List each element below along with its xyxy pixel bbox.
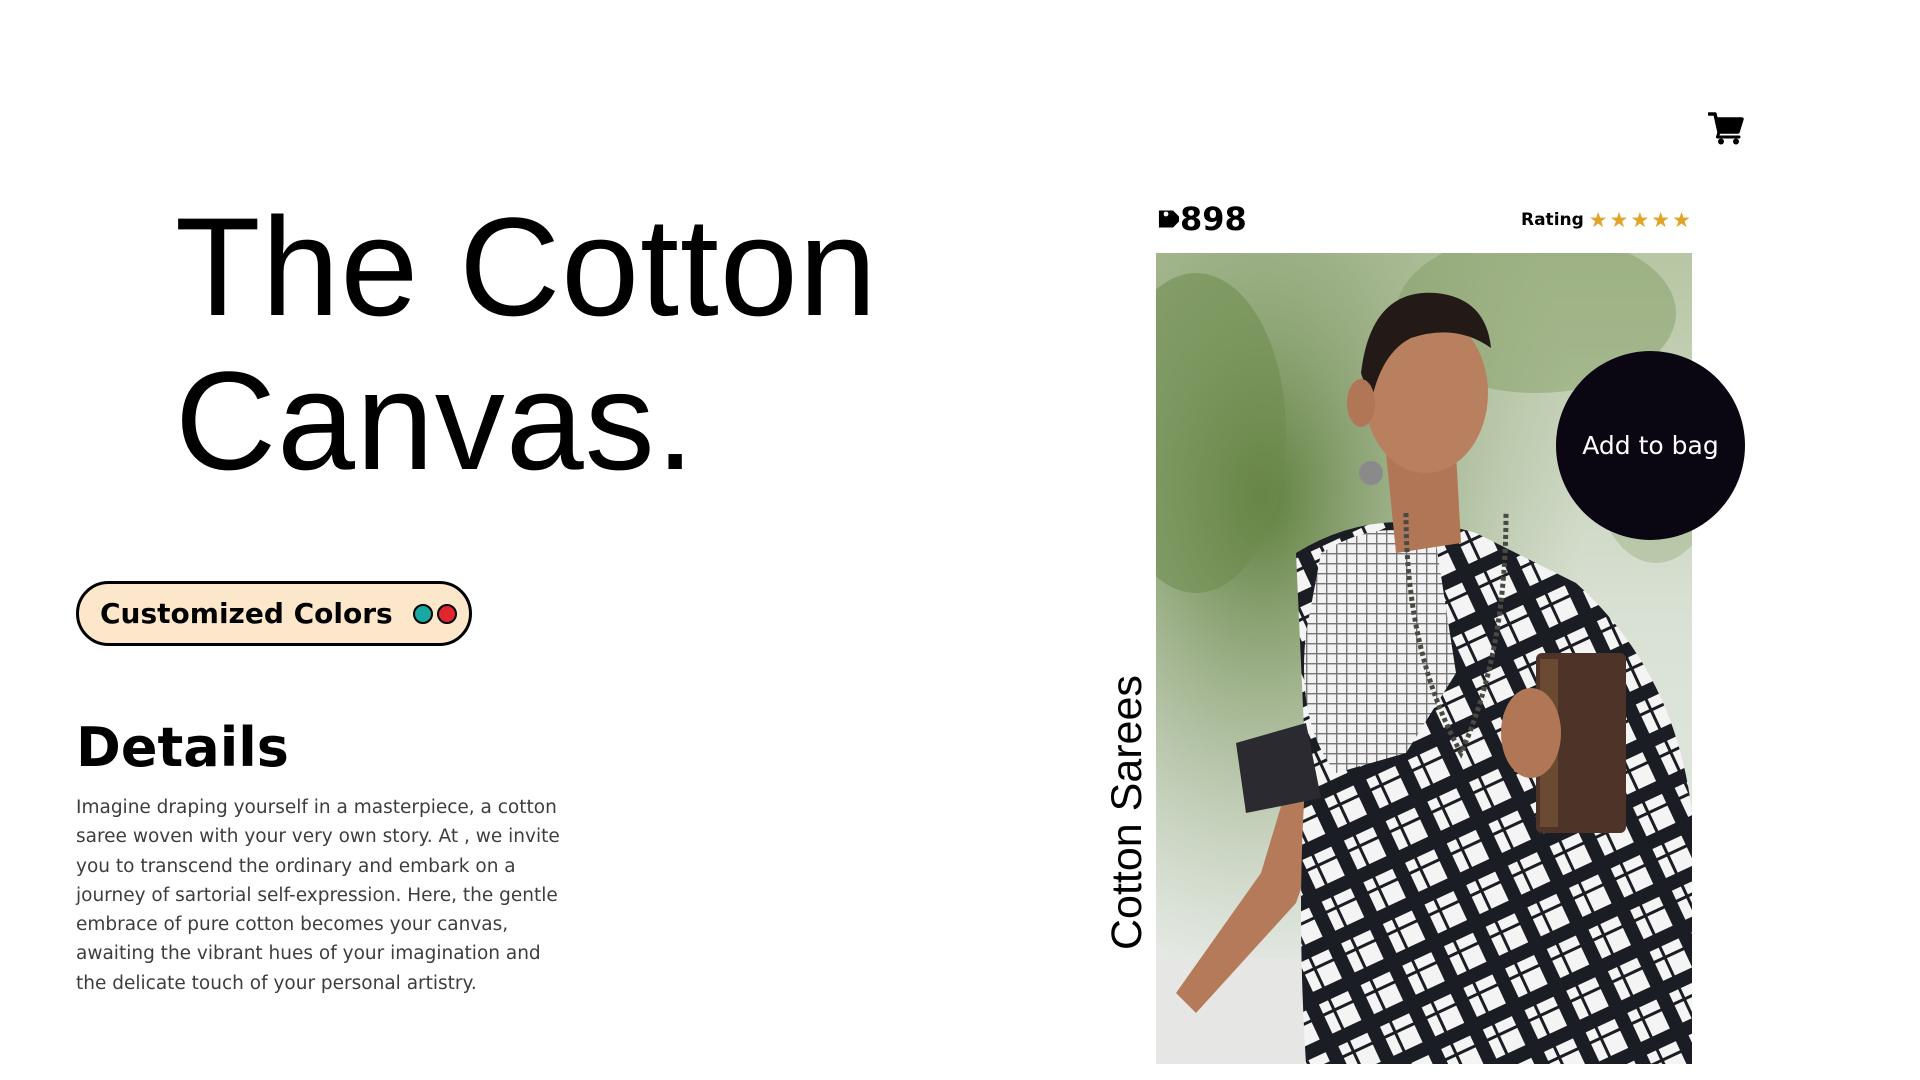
rating-label: Rating: [1521, 210, 1584, 230]
hero-title: The Cotton Canvas.: [175, 190, 878, 498]
star-icon: ★: [1672, 208, 1691, 232]
color-swatch-red[interactable]: [436, 603, 457, 624]
color-swatch-teal[interactable]: [412, 603, 433, 624]
color-swatches: [412, 603, 457, 624]
page: The Cotton Canvas. Customized Colors Det…: [0, 0, 1920, 1080]
customized-colors-pill[interactable]: Customized Colors: [76, 581, 472, 646]
hero-title-line-2: Canvas.: [175, 342, 696, 499]
details-heading: Details: [76, 716, 289, 779]
shopping-cart-icon[interactable]: [1708, 111, 1744, 145]
add-to-bag-button[interactable]: Add to bag: [1556, 351, 1745, 540]
rating: Rating ★ ★ ★ ★ ★: [1521, 209, 1693, 231]
star-icon: ★: [1651, 208, 1671, 232]
category-label: Cotton Sarees: [1103, 675, 1151, 950]
star-icon: ★: [1609, 208, 1629, 232]
customized-colors-label: Customized Colors: [100, 597, 393, 630]
price-value: 898: [1180, 200, 1247, 238]
hero-title-line-1: The Cotton: [175, 188, 878, 345]
price-tag-icon: [1158, 210, 1179, 228]
details-description: Imagine draping yourself in a masterpiec…: [76, 797, 560, 994]
price: 898: [1153, 200, 1247, 238]
star-icon: ★: [1630, 208, 1650, 232]
star-icon: ★: [1588, 208, 1608, 232]
